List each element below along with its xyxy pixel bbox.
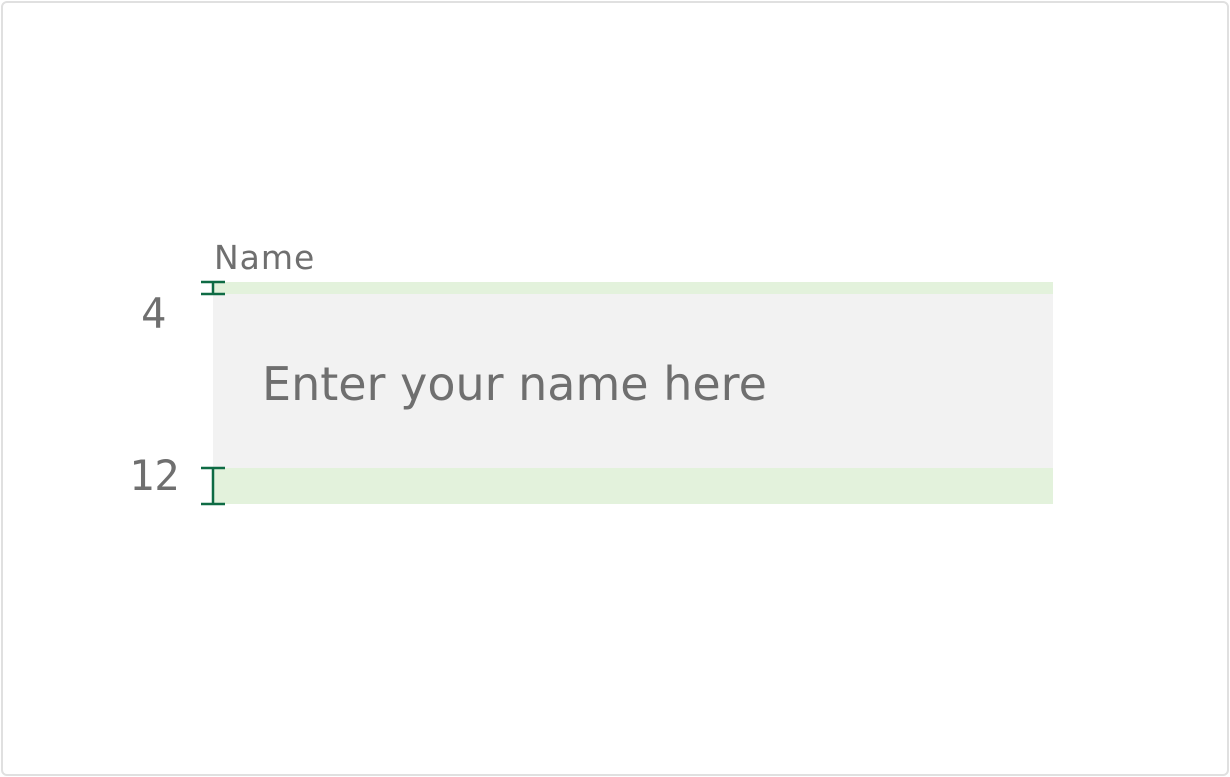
text-input-field[interactable]: Enter your name here — [213, 294, 1053, 468]
top-spacing-marker — [201, 280, 225, 296]
bottom-spacing-highlight — [213, 468, 1053, 504]
bottom-spacing-value: 12 — [129, 451, 180, 500]
field-label: Name — [214, 238, 316, 277]
top-spacing-value: 4 — [141, 289, 167, 338]
top-spacing-highlight — [213, 282, 1053, 294]
bottom-spacing-marker — [201, 466, 225, 506]
input-placeholder: Enter your name here — [262, 357, 767, 411]
